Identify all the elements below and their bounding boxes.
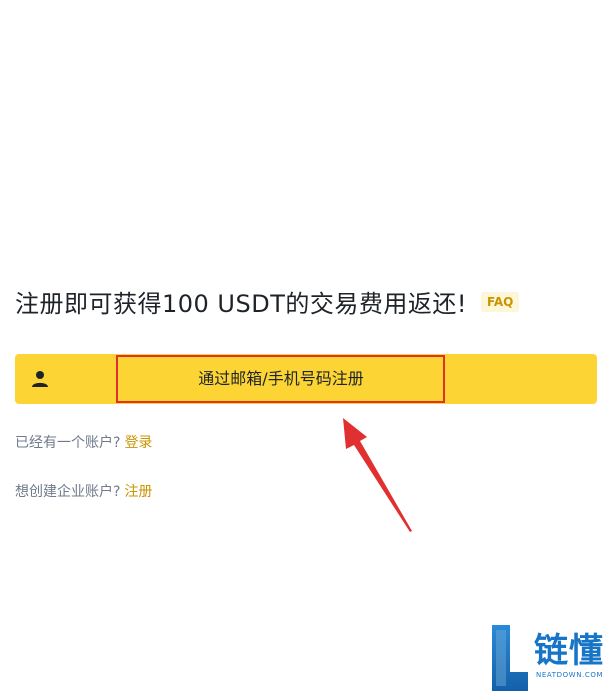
enterprise-prompt: 想创建企业账户? bbox=[15, 484, 121, 500]
faq-link[interactable]: FAQ bbox=[481, 291, 520, 312]
signup-headline: 注册即可获得100 USDT的交易费用返还! FAQ bbox=[15, 284, 520, 319]
enterprise-row: 想创建企业账户? 注册 bbox=[15, 481, 152, 501]
annotation-arrow bbox=[343, 418, 412, 532]
enterprise-register-link[interactable]: 注册 bbox=[124, 484, 152, 500]
watermark: 链懂 NEATDOWN.COM bbox=[490, 622, 605, 693]
login-link[interactable]: 登录 bbox=[124, 435, 152, 451]
headline-text: 注册即可获得100 USDT的交易费用返还! bbox=[15, 290, 467, 318]
login-row: 已经有一个账户? 登录 bbox=[15, 432, 152, 452]
watermark-domain: NEATDOWN.COM bbox=[536, 671, 604, 679]
watermark-logo-icon bbox=[492, 625, 528, 691]
person-icon bbox=[32, 371, 48, 387]
signup-email-phone-button[interactable]: 通过邮箱/手机号码注册 bbox=[15, 354, 597, 404]
login-prompt: 已经有一个账户? bbox=[15, 435, 121, 451]
signup-button-label: 通过邮箱/手机号码注册 bbox=[198, 369, 364, 388]
watermark-brand: 链懂 bbox=[534, 631, 604, 671]
